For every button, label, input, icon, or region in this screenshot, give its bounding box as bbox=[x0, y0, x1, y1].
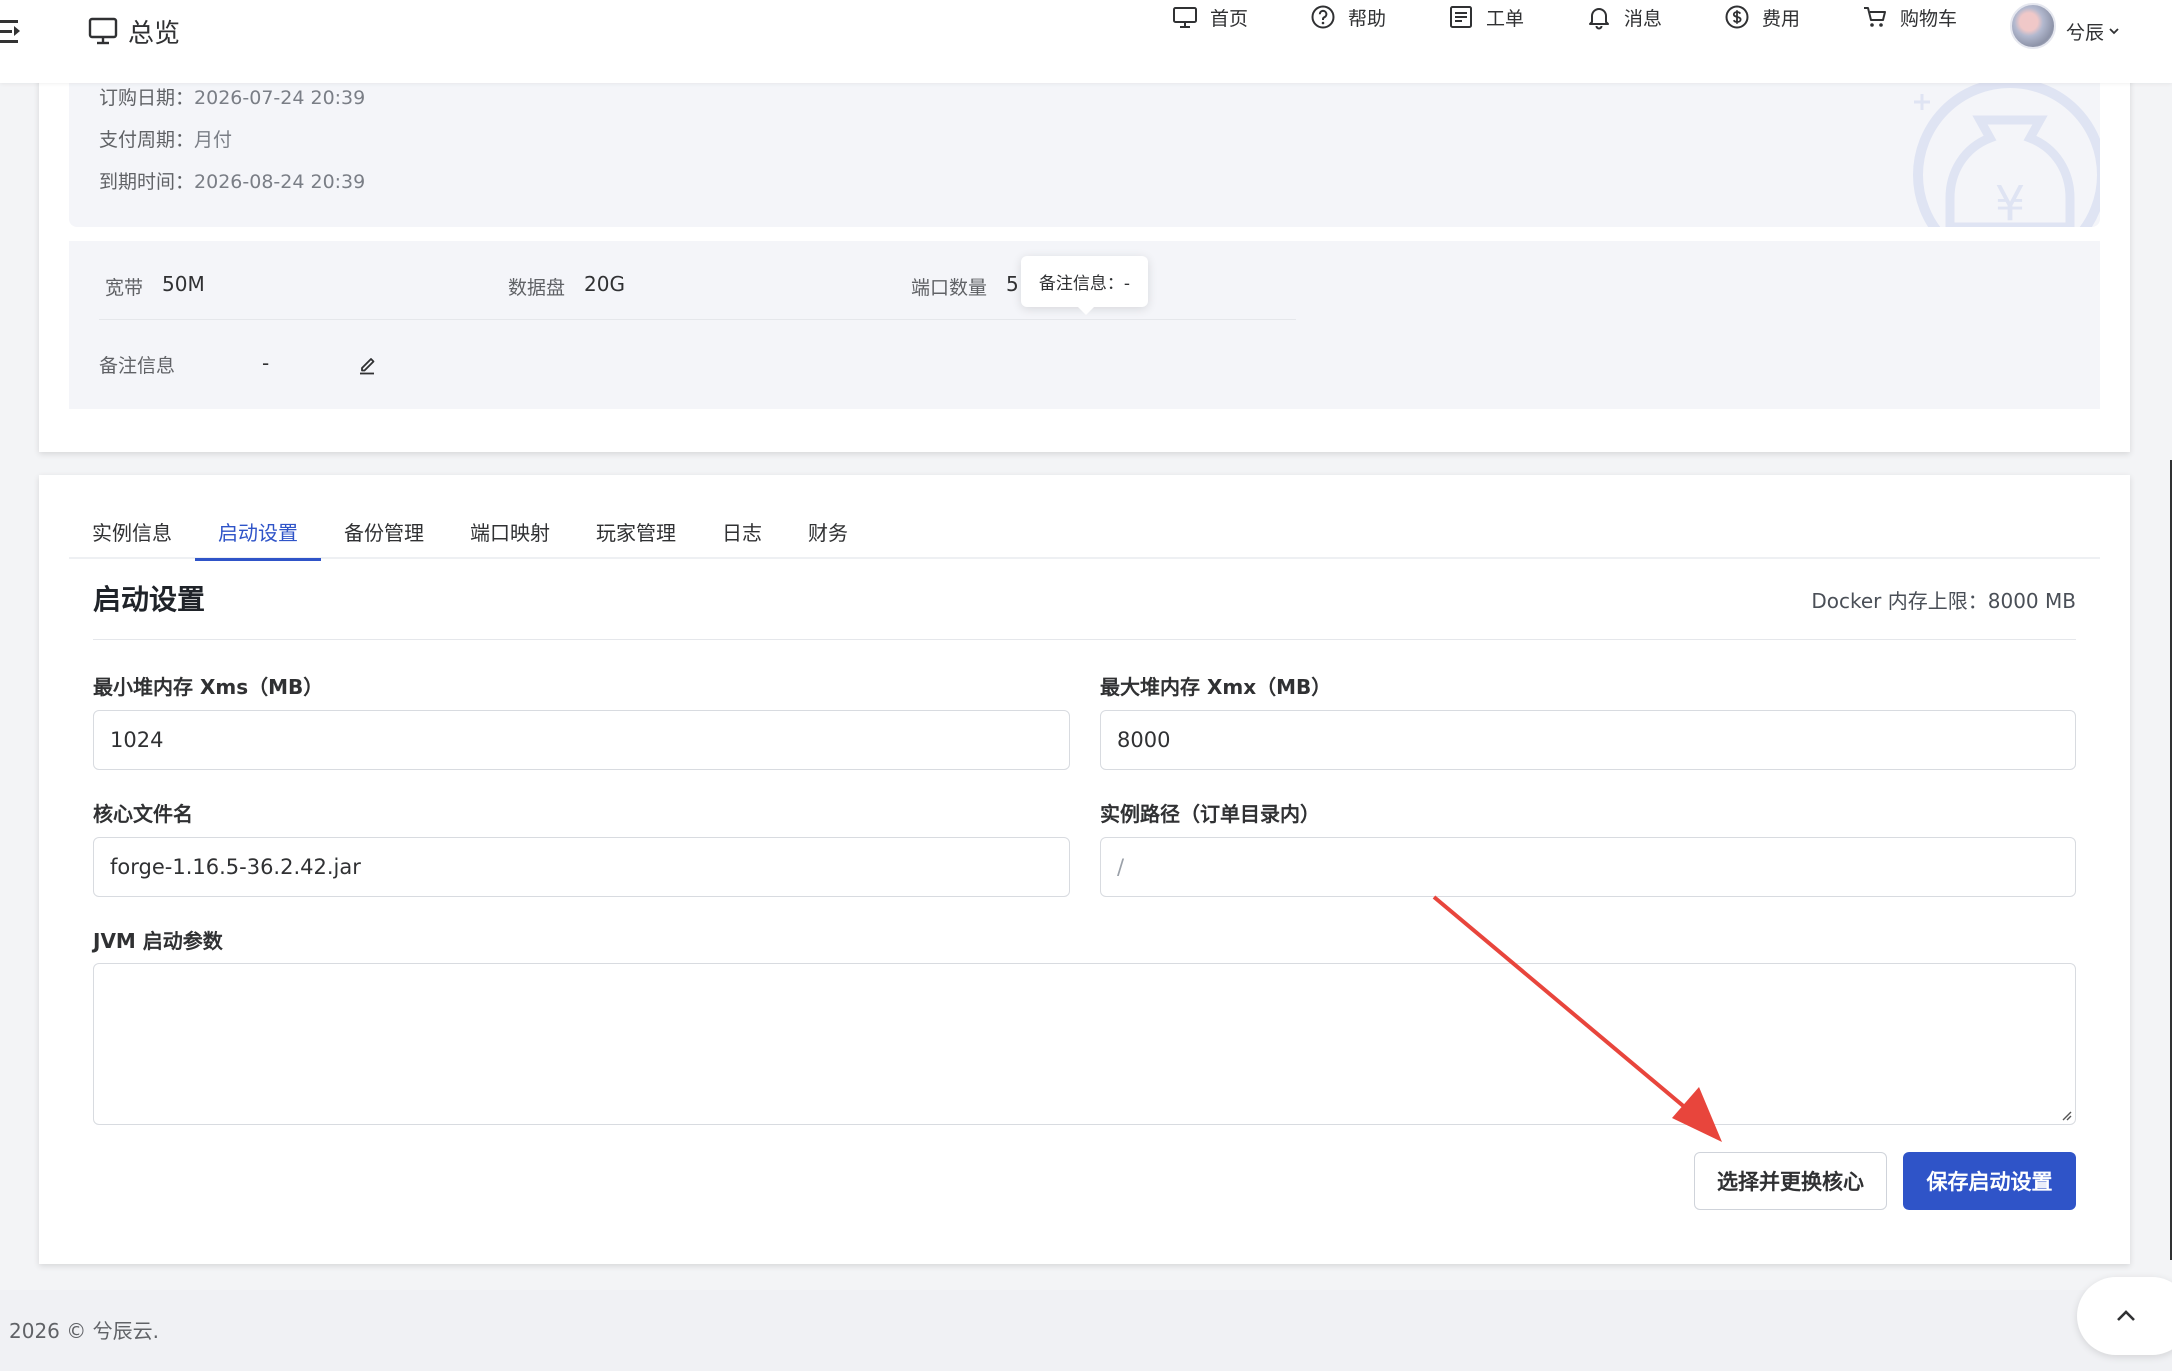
expire-time-row: 到期时间：2026-08-24 20:39 bbox=[99, 167, 365, 194]
back-to-top-button[interactable] bbox=[2077, 1277, 2172, 1355]
remark-label: 备注信息 bbox=[99, 355, 176, 377]
avatar[interactable] bbox=[2010, 3, 2056, 49]
expire-time-label: 到期时间： bbox=[99, 171, 195, 193]
top-navbar: 总览 首页 帮助 工单 消息 费用 购物车 兮辰 bbox=[0, 0, 2172, 83]
core-file-input[interactable]: forge-1.16.5-36.2.42.jar bbox=[93, 837, 1070, 897]
tab-finance[interactable]: 财务 bbox=[785, 504, 871, 559]
core-file-label: 核心文件名 bbox=[93, 802, 193, 826]
payment-cycle-row: 支付周期：月付 bbox=[99, 125, 232, 152]
svg-text:¥: ¥ bbox=[1995, 176, 2026, 227]
nav-messages-label: 消息 bbox=[1624, 7, 1663, 30]
jvm-args-textarea[interactable] bbox=[93, 963, 2076, 1125]
nav-home[interactable]: 首页 bbox=[1172, 0, 1248, 34]
cart-icon bbox=[1864, 7, 1886, 27]
user-name: 兮辰 bbox=[2066, 21, 2105, 44]
jvm-args-label: JVM 启动参数 bbox=[93, 929, 223, 953]
resize-grip-icon[interactable] bbox=[2060, 1109, 2072, 1121]
bandwidth-value: 50M bbox=[162, 272, 205, 296]
purchase-date-row: 订购日期：2026-07-24 20:39 bbox=[99, 83, 365, 110]
instance-path-input[interactable]: / bbox=[1100, 837, 2076, 897]
nav-billing-label: 费用 bbox=[1762, 7, 1801, 30]
expire-time-value: 2026-08-24 20:39 bbox=[194, 171, 366, 193]
bell-icon bbox=[1589, 8, 1609, 30]
menu-toggle-icon[interactable] bbox=[0, 18, 22, 46]
save-startup-button[interactable]: 保存启动设置 bbox=[1903, 1152, 2076, 1210]
xms-input[interactable]: 1024 bbox=[93, 710, 1070, 770]
remark-tooltip: 备注信息：- bbox=[1021, 256, 1148, 315]
section-divider bbox=[93, 639, 2076, 640]
ticket-icon bbox=[1450, 6, 1472, 28]
nav-ticket[interactable]: 工单 bbox=[1448, 0, 1524, 34]
xmx-input[interactable]: 8000 bbox=[1100, 710, 2076, 770]
instance-tabs: 实例信息 启动设置 备份管理 端口映射 玩家管理 日志 财务 bbox=[69, 504, 2100, 561]
xmx-label: 最大堆内存 Xmx（MB） bbox=[1100, 675, 1332, 699]
order-info-panel: 订购日期：2026-07-24 20:39 支付周期：月付 到期时间：2026-… bbox=[69, 70, 2100, 227]
brand-title: 总览 bbox=[128, 18, 181, 49]
xms-label: 最小堆内存 Xms（MB） bbox=[93, 675, 324, 699]
tab-startup-settings[interactable]: 启动设置 bbox=[195, 504, 321, 561]
change-core-button[interactable]: 选择并更换核心 bbox=[1694, 1152, 1887, 1210]
tab-instance-info[interactable]: 实例信息 bbox=[69, 504, 195, 559]
user-menu[interactable]: 兮辰 bbox=[2066, 14, 2120, 48]
nav-messages[interactable]: 消息 bbox=[1586, 0, 1662, 34]
payment-cycle-label: 支付周期： bbox=[99, 129, 195, 151]
chevron-up-icon bbox=[2117, 1310, 2135, 1321]
dollar-icon bbox=[1725, 5, 1749, 29]
disk-value: 20G bbox=[584, 272, 625, 296]
help-circle-icon bbox=[1311, 5, 1335, 29]
remark-value: - bbox=[262, 351, 270, 375]
nav-billing[interactable]: 费用 bbox=[1724, 0, 1800, 34]
monitor-icon bbox=[88, 17, 118, 45]
disk-label: 数据盘 bbox=[508, 277, 566, 299]
copyright: 2026 © 兮辰云. bbox=[9, 1319, 159, 1343]
nav-cart-label: 购物车 bbox=[1900, 7, 1958, 30]
spec-divider bbox=[99, 319, 1296, 320]
tab-port-mapping[interactable]: 端口映射 bbox=[447, 504, 573, 559]
purchase-date-label: 订购日期： bbox=[99, 87, 195, 109]
docker-memory-limit: Docker 内存上限：8000 MB bbox=[1811, 589, 2076, 613]
tab-logs[interactable]: 日志 bbox=[699, 504, 785, 559]
ports-value: 5 bbox=[1006, 272, 1019, 296]
nav-ticket-label: 工单 bbox=[1486, 7, 1525, 30]
nav-help[interactable]: 帮助 bbox=[1310, 0, 1386, 34]
brand-overview[interactable]: 总览 bbox=[88, 14, 181, 49]
ports-label: 端口数量 bbox=[911, 277, 988, 299]
chevron-down-icon bbox=[2109, 28, 2119, 35]
nav-home-label: 首页 bbox=[1210, 7, 1249, 30]
edit-icon[interactable] bbox=[358, 355, 376, 375]
payment-cycle-value: 月付 bbox=[194, 129, 233, 151]
tab-player-management[interactable]: 玩家管理 bbox=[573, 504, 699, 559]
startup-settings-title: 启动设置 bbox=[93, 583, 206, 616]
nav-cart[interactable]: 购物车 bbox=[1862, 0, 1957, 34]
monitor-icon bbox=[1173, 7, 1197, 28]
bandwidth-label: 宽带 bbox=[105, 277, 144, 299]
instance-path-label: 实例路径（订单目录内） bbox=[1100, 802, 1320, 826]
money-bag-decoration-icon: ¥ bbox=[1913, 80, 2100, 227]
purchase-date-value: 2026-07-24 20:39 bbox=[194, 87, 366, 109]
tab-backup-management[interactable]: 备份管理 bbox=[321, 504, 447, 559]
nav-help-label: 帮助 bbox=[1348, 7, 1387, 30]
footer bbox=[0, 1290, 2172, 1371]
